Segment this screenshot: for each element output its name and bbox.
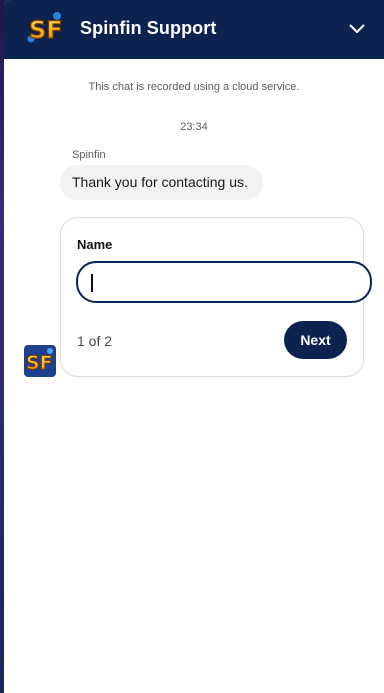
text-caret [91,274,93,292]
collapse-button[interactable] [342,14,372,44]
chat-header: SF Spinfin Support [4,0,384,59]
chat-widget: SF Spinfin Support This chat is recorded… [4,0,384,693]
bot-avatar: SF [24,345,56,377]
name-input[interactable] [76,261,372,303]
spinfin-logo: SF [26,9,64,47]
chevron-down-icon [349,24,365,33]
message-timestamp: 23:34 [180,121,208,133]
next-button[interactable]: Next [284,321,347,359]
name-field-label: Name [77,237,113,252]
sender-name: Spinfin [72,149,106,161]
step-indicator: 1 of 2 [77,333,113,349]
spinfin-logo-graphic: SF [27,12,63,45]
message-bubble: Thank you for contacting us. [60,165,263,200]
spinfin-avatar-graphic: SF [24,345,56,377]
svg-text:SF: SF [26,352,53,374]
chat-title: Spinfin Support [80,18,217,38]
svg-text:SF: SF [29,16,63,44]
form-card: Name 1 of 2 Next [60,217,372,377]
recording-notice: This chat is recorded using a cloud serv… [88,81,300,93]
